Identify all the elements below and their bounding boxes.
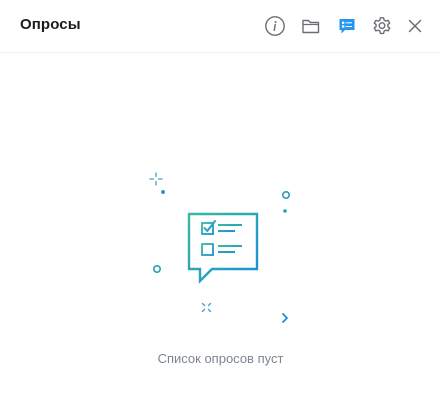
dot-decoration <box>161 190 165 194</box>
polls-panel: Опросы Список опросов пуст <box>0 0 441 405</box>
empty-state-message: Список опросов пуст <box>157 351 284 366</box>
close-icon <box>408 19 422 33</box>
chevron-right-icon <box>282 313 288 323</box>
sparkle-icon <box>149 172 163 186</box>
close-button[interactable] <box>401 12 429 40</box>
gear-icon <box>373 17 391 35</box>
empty-polls-illustration <box>149 172 291 323</box>
sparkle-icon <box>201 302 212 313</box>
panel-header: Опросы <box>0 0 441 53</box>
info-icon <box>265 16 285 36</box>
folder-icon <box>302 19 320 34</box>
polls-button[interactable] <box>333 12 361 40</box>
settings-button[interactable] <box>368 12 396 40</box>
ring-decoration <box>153 265 162 274</box>
info-button[interactable] <box>261 12 289 40</box>
polls-icon <box>339 19 355 34</box>
page-title: Опросы <box>20 16 81 33</box>
dot-decoration <box>283 209 287 213</box>
folder-button[interactable] <box>297 12 325 40</box>
ring-decoration <box>282 190 291 199</box>
